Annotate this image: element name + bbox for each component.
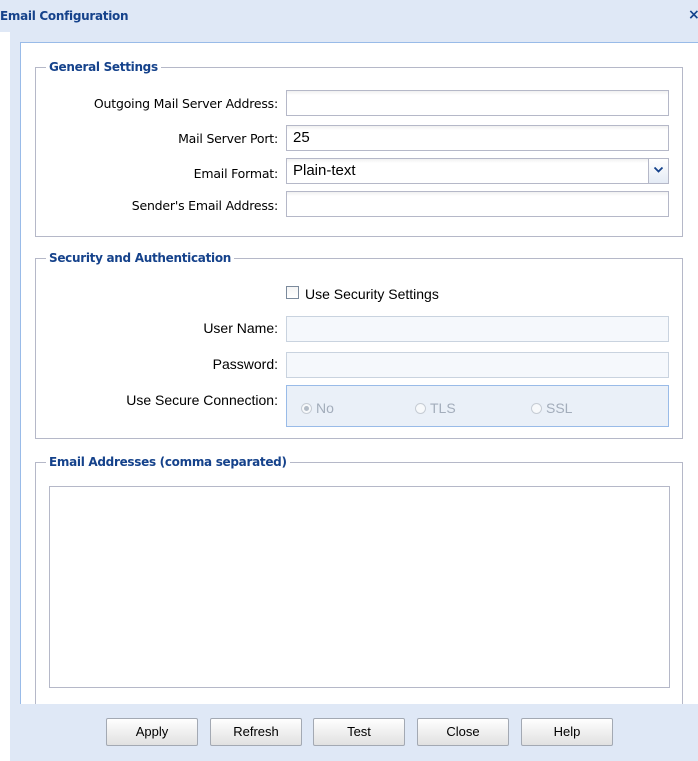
general-settings-legend: General Settings xyxy=(49,60,158,74)
email-format-label: Email Format: xyxy=(193,166,279,181)
radio-unselected-icon xyxy=(531,403,542,414)
email-format-value: Plain-text xyxy=(293,162,356,179)
radio-unselected-icon xyxy=(415,403,426,414)
button-bar: Apply Refresh Test Close Help xyxy=(10,704,698,761)
security-legend: Security and Authentication xyxy=(49,251,232,265)
password-label: Password: xyxy=(212,356,278,372)
secure-connection-label: Use Secure Connection: xyxy=(126,392,278,408)
radio-no-label: No xyxy=(316,400,334,416)
password-input[interactable] xyxy=(286,352,669,378)
close-icon[interactable]: × xyxy=(688,7,698,23)
radio-ssl-label: SSL xyxy=(546,400,573,416)
username-label: User Name: xyxy=(203,320,278,336)
refresh-button[interactable]: Refresh xyxy=(210,718,302,746)
dialog-title: Email Configuration xyxy=(0,9,129,23)
username-input[interactable] xyxy=(286,316,669,342)
dialog-title-bar: Email Configuration × xyxy=(0,0,698,32)
port-input[interactable]: 25 xyxy=(286,125,669,151)
radio-selected-icon xyxy=(301,403,312,414)
port-label: Mail Server Port: xyxy=(178,131,278,146)
radio-no[interactable]: No xyxy=(301,400,334,416)
outgoing-server-input[interactable] xyxy=(286,90,669,116)
radio-ssl[interactable]: SSL xyxy=(531,400,572,416)
email-addresses-legend: Email Addresses (comma separated) xyxy=(49,455,287,469)
radio-tls[interactable]: TLS xyxy=(415,400,456,416)
email-format-select[interactable]: Plain-text xyxy=(286,158,669,184)
email-addresses-textarea[interactable] xyxy=(49,486,670,688)
radio-tls-label: TLS xyxy=(430,400,456,416)
use-security-label: Use Security Settings xyxy=(305,286,439,302)
sender-email-input[interactable] xyxy=(286,191,669,217)
secure-connection-radio-group: No TLS SSL xyxy=(286,385,669,427)
use-security-checkbox[interactable] xyxy=(286,286,299,299)
outgoing-server-label: Outgoing Mail Server Address: xyxy=(93,96,278,111)
test-button[interactable]: Test xyxy=(313,718,405,746)
chevron-down-icon xyxy=(654,167,663,173)
apply-button[interactable]: Apply xyxy=(106,718,198,746)
email-format-dropdown-trigger[interactable] xyxy=(648,159,668,183)
close-button[interactable]: Close xyxy=(417,718,509,746)
sender-email-label: Sender's Email Address: xyxy=(131,198,278,213)
help-button[interactable]: Help xyxy=(521,718,613,746)
